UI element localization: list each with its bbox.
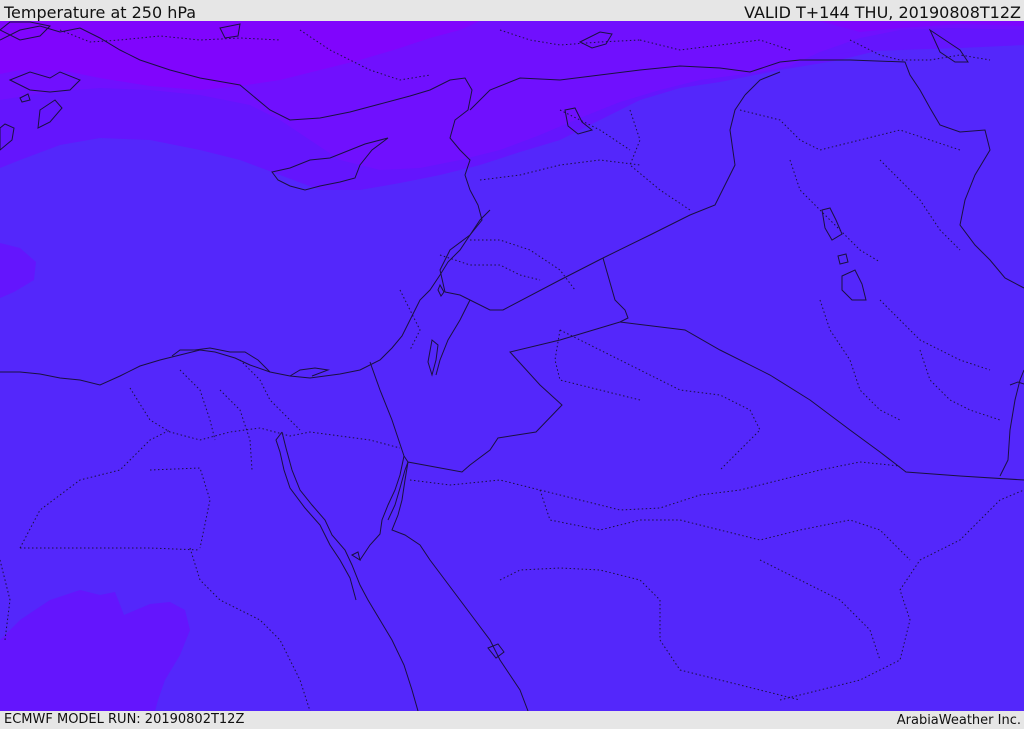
- header-bar: Temperature at 250 hPa VALID T+144 THU, …: [0, 0, 1024, 22]
- footer-bar: ECMWF MODEL RUN: 20190802T12Z ArabiaWeat…: [0, 711, 1024, 729]
- credit-label: ArabiaWeather Inc.: [896, 713, 1021, 728]
- temperature-map: [0, 21, 1024, 711]
- map-title: Temperature at 250 hPa: [4, 3, 197, 22]
- map-viewer: Temperature at 250 hPa VALID T+144 THU, …: [0, 0, 1024, 729]
- model-run-label: ECMWF MODEL RUN: 20190802T12Z: [4, 712, 245, 727]
- valid-time-label: VALID T+144 THU, 20190808T12Z: [744, 3, 1021, 22]
